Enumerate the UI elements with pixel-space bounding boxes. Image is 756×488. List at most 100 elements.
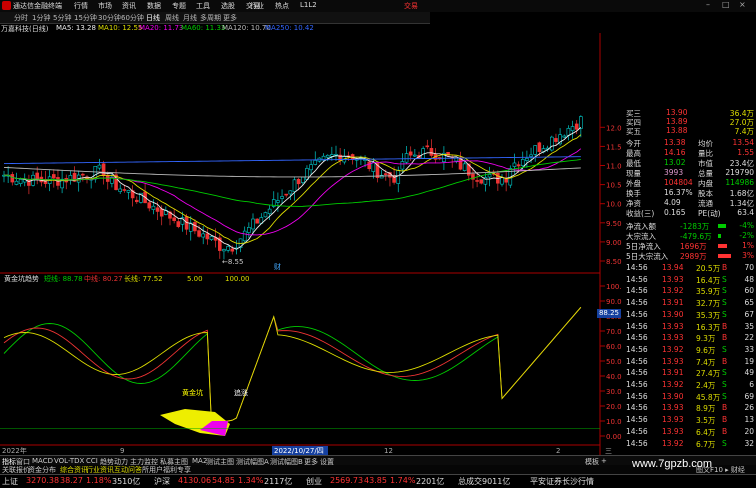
- tick-volume: 9.3万: [696, 334, 716, 344]
- candle-body: [251, 218, 255, 230]
- indicator-green-value: 短线: 88.78: [44, 274, 83, 283]
- right-tab-1[interactable]: +: [601, 457, 607, 465]
- menu-item-hangqing[interactable]: 行情: [74, 1, 88, 11]
- menu-item-l1l2[interactable]: L1L2: [300, 1, 317, 9]
- brand-trade-link[interactable]: 交易: [404, 1, 418, 11]
- price-label: 10.50: [606, 182, 622, 190]
- status-bar: 上证 3270.38 38.27 1.18% 3510亿 沪深 4130.06 54.85 1.…: [0, 474, 756, 488]
- quote-volume: 7.4万: [734, 127, 754, 136]
- tick-direction: S: [722, 391, 727, 401]
- period-monthly[interactable]: 月线: [183, 13, 197, 23]
- tick-direction: S: [722, 438, 727, 448]
- candle-body: [118, 188, 122, 192]
- candle-body: [549, 136, 554, 151]
- candle-body: [529, 154, 533, 157]
- candle-body: [159, 208, 164, 217]
- minimize-icon[interactable]: –: [706, 0, 710, 9]
- date-m4: 2: [556, 447, 560, 455]
- status-c: 54.85: [212, 476, 235, 485]
- tick-volume: 9.6万: [696, 345, 716, 355]
- period-60min[interactable]: 60分钟: [121, 13, 144, 23]
- tick-price: 13.93: [662, 333, 684, 343]
- menu-item-zhuanti[interactable]: 专题: [172, 1, 186, 11]
- status-v: 2569.73: [330, 476, 364, 485]
- indicator-tab-4[interactable]: CCI: [86, 457, 98, 465]
- status-p: 1.74%: [390, 476, 416, 485]
- tick-volume: 20.5万: [696, 264, 721, 273]
- period-1min[interactable]: 1分钟: [32, 13, 50, 23]
- candle-body: [276, 200, 280, 203]
- candle-body: [462, 163, 467, 171]
- flow-bar: [718, 234, 722, 238]
- candle-body: [10, 174, 15, 183]
- tick-time: 14:56: [626, 368, 648, 378]
- quote-price: 13.89: [666, 117, 688, 126]
- period-more[interactable]: 更多: [223, 13, 237, 23]
- stat-label: PE(动): [698, 209, 721, 218]
- stat-value: 13.38: [664, 138, 686, 147]
- candle-body: [222, 249, 226, 252]
- tick-time: 14:56: [626, 298, 648, 308]
- status-p: 1.34%: [238, 476, 264, 485]
- candle-body: [425, 145, 430, 148]
- stat-value: 114986: [725, 178, 754, 187]
- candle-body: [504, 178, 508, 183]
- indicator-tab-3[interactable]: VOL-TDX: [54, 457, 84, 465]
- indicator-tab-8[interactable]: MA2: [192, 457, 207, 465]
- tick-direction: B: [722, 333, 728, 343]
- indicator-tab-2[interactable]: MACD: [32, 457, 53, 465]
- menu-item-shichang[interactable]: 市场: [98, 1, 112, 11]
- period-30min[interactable]: 30分钟: [98, 13, 121, 23]
- chart-area[interactable]: 12.00 11.50 11.00 10.50 10.00 9.50 9.00 8.50 10…: [0, 33, 622, 455]
- maximize-icon[interactable]: □: [722, 0, 730, 9]
- candle-body: [263, 212, 268, 218]
- period-multi[interactable]: 多周期: [200, 13, 221, 23]
- candle-body: [151, 205, 156, 210]
- period-weekly[interactable]: 周线: [165, 13, 179, 23]
- candle-body: [574, 123, 579, 130]
- period-fenshi[interactable]: 分时: [14, 13, 28, 23]
- tick-price: 13.93: [662, 274, 684, 284]
- candle-body: [487, 173, 492, 178]
- candle-body: [383, 173, 388, 175]
- tick-volume: 32.7万: [696, 299, 721, 309]
- menu-item-hangye[interactable]: 行业: [250, 1, 264, 11]
- status-l: 沪深: [154, 477, 170, 486]
- stat-value: 1.55: [737, 148, 754, 157]
- tick-count: 6: [749, 380, 754, 389]
- candle-body: [101, 163, 106, 177]
- tick-direction: B: [722, 426, 728, 436]
- menu-item-shuju[interactable]: 数据: [147, 1, 161, 11]
- period-5min[interactable]: 5分钟: [53, 13, 71, 23]
- flow-percent: 3%: [742, 251, 754, 260]
- tick-volume: 27.4万: [696, 369, 721, 379]
- tick-row: 14:56 13.90 35.3万 S 67: [622, 310, 756, 320]
- candle-body: [579, 116, 583, 129]
- candle-body: [201, 233, 205, 238]
- ma20-label: MA20: 11.73: [139, 24, 184, 32]
- status-v: 9011亿: [482, 477, 511, 486]
- stat-value: 0.165: [664, 208, 686, 217]
- tick-row: 14:56 13.94 20.5万 B 70: [622, 263, 756, 273]
- candle-body: [371, 162, 376, 172]
- menu-item-gongju[interactable]: 工具: [196, 1, 210, 11]
- close-icon[interactable]: ×: [739, 0, 746, 9]
- quote-row: 买五 13.88 7.4万: [622, 126, 756, 137]
- tick-direction: S: [722, 309, 727, 319]
- candle-body: [512, 162, 517, 167]
- indicator-yellow-value: 长线: 77.52: [124, 274, 163, 283]
- menu-item-zixun[interactable]: 资讯: [122, 1, 136, 11]
- tick-price: 13.90: [662, 309, 684, 319]
- tick-price: 13.92: [662, 438, 684, 448]
- menu-item-xuangu[interactable]: 选股: [221, 1, 235, 11]
- buy-annotation: 黄金坑: [182, 388, 203, 397]
- candle-body: [400, 161, 405, 170]
- ma10-label: MA10: 12.55: [98, 24, 143, 32]
- status-v: 3270.38: [26, 476, 60, 485]
- period-daily[interactable]: 日线: [146, 13, 160, 23]
- candle-body: [209, 236, 214, 240]
- finance-marker[interactable]: 财: [274, 262, 281, 271]
- indicator-red-value: 中线: 80.27: [84, 274, 123, 283]
- menu-item-redian[interactable]: 热点: [275, 1, 289, 11]
- period-15min[interactable]: 15分钟: [74, 13, 97, 23]
